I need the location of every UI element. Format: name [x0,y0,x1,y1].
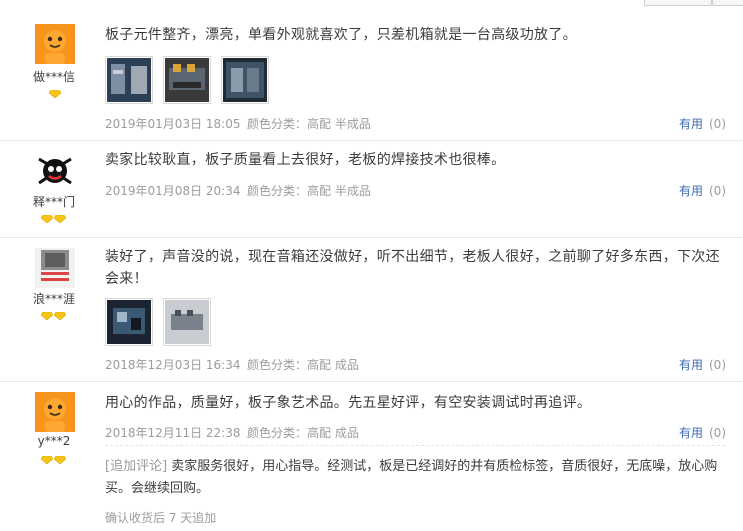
useful-vote: 有用 (0) [679,182,726,199]
useful-count: (0) [709,184,726,198]
avatar[interactable] [35,248,75,288]
useful-count: (0) [709,117,726,131]
buyer-level-diamonds [41,456,66,464]
review-item: 浪***涯 装好了，声音没的说，现在音箱还没做好，听不出细节，老板人很好，之前聊… [0,238,743,382]
review-date: 2019年01月03日 18:05 [105,117,241,131]
review-meta: 2018年12月03日 16:34 颜色分类：高配 成品 [105,356,359,373]
useful-button[interactable]: 有用 [679,426,703,440]
review-text: 板子元件整齐，漂亮，单看外观就喜欢了，只差机箱就是一台高级功放了。 [105,27,577,43]
review-date: 2018年12月11日 22:38 [105,426,241,440]
review-spec: 颜色分类：高配 半成品 [247,117,371,131]
review-photo-thumbnail[interactable] [221,56,269,104]
review-text: 卖家比较耿直，板子质量看上去很好，老板的焊接技术也很棒。 [105,152,506,168]
append-text: 卖家服务很好，用心指导。经测试，板是已经调好的并有质检标签，音质很好，无底噪，放… [105,459,718,496]
useful-vote: 有用 (0) [679,424,726,441]
review-photo-thumbnail[interactable] [105,56,153,104]
diamond-icon [54,215,66,223]
toolbar-button[interactable] [712,0,743,6]
username: 浪***涯 [32,292,75,306]
buyer-level-diamonds [49,90,61,98]
review-date: 2019年01月08日 20:34 [105,184,241,198]
useful-button[interactable]: 有用 [679,184,703,198]
review-photo-thumbnail[interactable] [163,298,211,346]
review-meta: 2019年01月08日 20:34 颜色分类：高配 半成品 [105,182,371,199]
diamond-icon [54,312,66,320]
useful-button[interactable]: 有用 [679,358,703,372]
username: 释***门 [32,195,75,209]
review-spec: 颜色分类：高配 半成品 [247,184,371,198]
buyer-level-diamonds [41,215,66,223]
append-tag: [追加评论] [105,459,168,474]
review-text: 装好了，声音没的说，现在音箱还没做好，听不出细节，老板人很好，之前聊了好多东西，… [105,249,720,287]
review-meta: 2018年12月11日 22:38 颜色分类：高配 成品 [105,424,359,441]
avatar[interactable] [35,24,75,64]
useful-vote: 有用 (0) [679,115,726,132]
avatar[interactable] [35,151,75,191]
review-item: 释***门 卖家比较耿直，板子质量看上去很好，老板的焊接技术也很棒。 2019年… [0,141,743,238]
review-photos [105,56,269,104]
review-spec: 颜色分类：高配 成品 [247,426,359,440]
review-text: 用心的作品，质量好，板子象艺术品。先五星好评，有空安装调试时再追评。 [105,395,592,411]
diamond-icon [49,90,61,98]
review-photos [105,298,211,346]
diamond-icon [41,215,53,223]
username: 做***信 [32,70,75,84]
review-item: y***2 用心的作品，质量好，板子象艺术品。先五星好评，有空安装调试时再追评。… [0,382,743,531]
append-review: [追加评论] 卖家服务很好，用心指导。经测试，板是已经调好的并有质检标签，音质很… [105,456,725,500]
review-spec: 颜色分类：高配 成品 [247,358,359,372]
review-photo-thumbnail[interactable] [163,56,211,104]
toolbar-button[interactable] [644,0,712,6]
diamond-icon [41,312,53,320]
append-meta: 确认收货后 7 天追加 [105,511,217,525]
useful-count: (0) [709,426,726,440]
review-date: 2018年12月03日 16:34 [105,358,241,372]
useful-vote: 有用 (0) [679,356,726,373]
username: y***2 [37,434,71,448]
review-item: 做***信 板子元件整齐，漂亮，单看外观就喜欢了，只差机箱就是一台高级功放了。 … [0,10,743,141]
review-meta: 2019年01月03日 18:05 颜色分类：高配 半成品 [105,115,371,132]
top-toolbar [0,0,743,8]
buyer-level-diamonds [41,312,66,320]
diamond-icon [54,456,66,464]
useful-count: (0) [709,358,726,372]
avatar[interactable] [35,392,75,432]
diamond-icon [41,456,53,464]
useful-button[interactable]: 有用 [679,117,703,131]
review-photo-thumbnail[interactable] [105,298,153,346]
append-divider [105,445,725,446]
